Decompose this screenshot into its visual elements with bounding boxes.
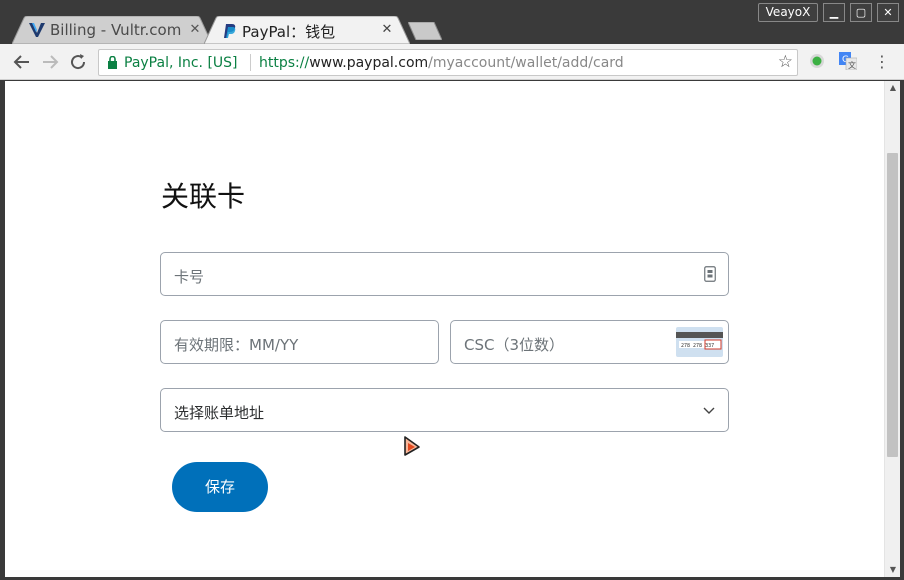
tab-paypal-wallet[interactable]: PayPal：钱包 ✕	[204, 16, 410, 44]
scrollbar-thumb[interactable]	[887, 153, 898, 457]
csc-placeholder: CSC（3位数）	[464, 336, 565, 354]
url-path: /myaccount/wallet/add/card	[428, 55, 624, 71]
billing-address-label: 选择账单地址	[174, 404, 265, 422]
close-window-button[interactable]: ✕	[877, 3, 899, 22]
more-menu-icon[interactable]: ⋮	[872, 52, 892, 72]
reload-icon[interactable]	[66, 50, 90, 74]
vultr-v-icon	[29, 23, 45, 37]
divider	[250, 54, 251, 71]
scroll-up-arrow-icon[interactable]: ▲	[885, 81, 901, 95]
browser-toolbar: PayPal, Inc. [US] https://www.paypal.com…	[0, 44, 904, 80]
url-text[interactable]: https://www.paypal.com/myaccount/wallet/…	[259, 55, 624, 71]
billing-address-select[interactable]: 选择账单地址	[160, 388, 729, 432]
site-identity-label[interactable]: PayPal, Inc. [US]	[124, 55, 238, 71]
chevron-down-icon	[703, 407, 715, 414]
forward-arrow-icon[interactable]	[38, 50, 62, 74]
url-scheme: https://	[259, 55, 310, 71]
tab-close-icon[interactable]: ✕	[380, 22, 394, 37]
paypal-p-icon	[224, 24, 236, 38]
scroll-down-arrow-icon[interactable]: ▼	[885, 563, 901, 577]
lock-icon	[108, 56, 117, 69]
profile-button[interactable]: VeayoX	[758, 3, 818, 22]
expiry-date-field[interactable]: 有效期限：MM/YY	[160, 320, 439, 364]
card-back-csc-icon: 278 278 337	[676, 327, 723, 357]
star-icon[interactable]: ☆	[778, 52, 793, 72]
address-bar[interactable]: PayPal, Inc. [US] https://www.paypal.com…	[98, 49, 798, 76]
vertical-scrollbar[interactable]: ▲ ▼	[884, 81, 900, 577]
card-number-placeholder: 卡号	[174, 268, 205, 286]
svg-text:文: 文	[848, 60, 856, 70]
minimize-button[interactable]: ▁	[823, 3, 845, 22]
back-arrow-icon[interactable]	[10, 50, 34, 74]
title-bar: Billing - Vultr.com ✕ PayPal：钱包 ✕ VeayoX…	[0, 0, 904, 44]
extension-green-dot-icon[interactable]	[808, 52, 826, 70]
window-border	[900, 81, 904, 580]
csc-card-digits: 278 278 337	[681, 343, 714, 349]
url-host: www.paypal.com	[309, 55, 429, 71]
page-viewport: 关联卡 卡号 有效期限：MM/YY CSC（3位数） 278 278 337 选…	[5, 81, 885, 577]
google-translate-icon[interactable]: G 文	[839, 52, 857, 70]
tab-title: Billing - Vultr.com	[50, 21, 182, 39]
expiry-placeholder: 有效期限：MM/YY	[174, 336, 299, 354]
card-number-icon	[704, 266, 716, 282]
browser-window: Billing - Vultr.com ✕ PayPal：钱包 ✕ VeayoX…	[0, 0, 904, 580]
csc-field[interactable]: CSC（3位数） 278 278 337	[450, 320, 729, 364]
new-tab-button[interactable]	[408, 22, 442, 40]
page-title: 关联卡	[161, 180, 246, 213]
maximize-button[interactable]: ▢	[850, 3, 872, 22]
tab-title: PayPal：钱包	[242, 23, 336, 41]
mouse-cursor-icon	[404, 436, 420, 456]
card-number-field[interactable]: 卡号	[160, 252, 729, 296]
tab-billing-vultr[interactable]: Billing - Vultr.com ✕	[12, 16, 212, 44]
tab-close-icon[interactable]: ✕	[188, 22, 202, 37]
save-button[interactable]: 保存	[172, 462, 268, 512]
